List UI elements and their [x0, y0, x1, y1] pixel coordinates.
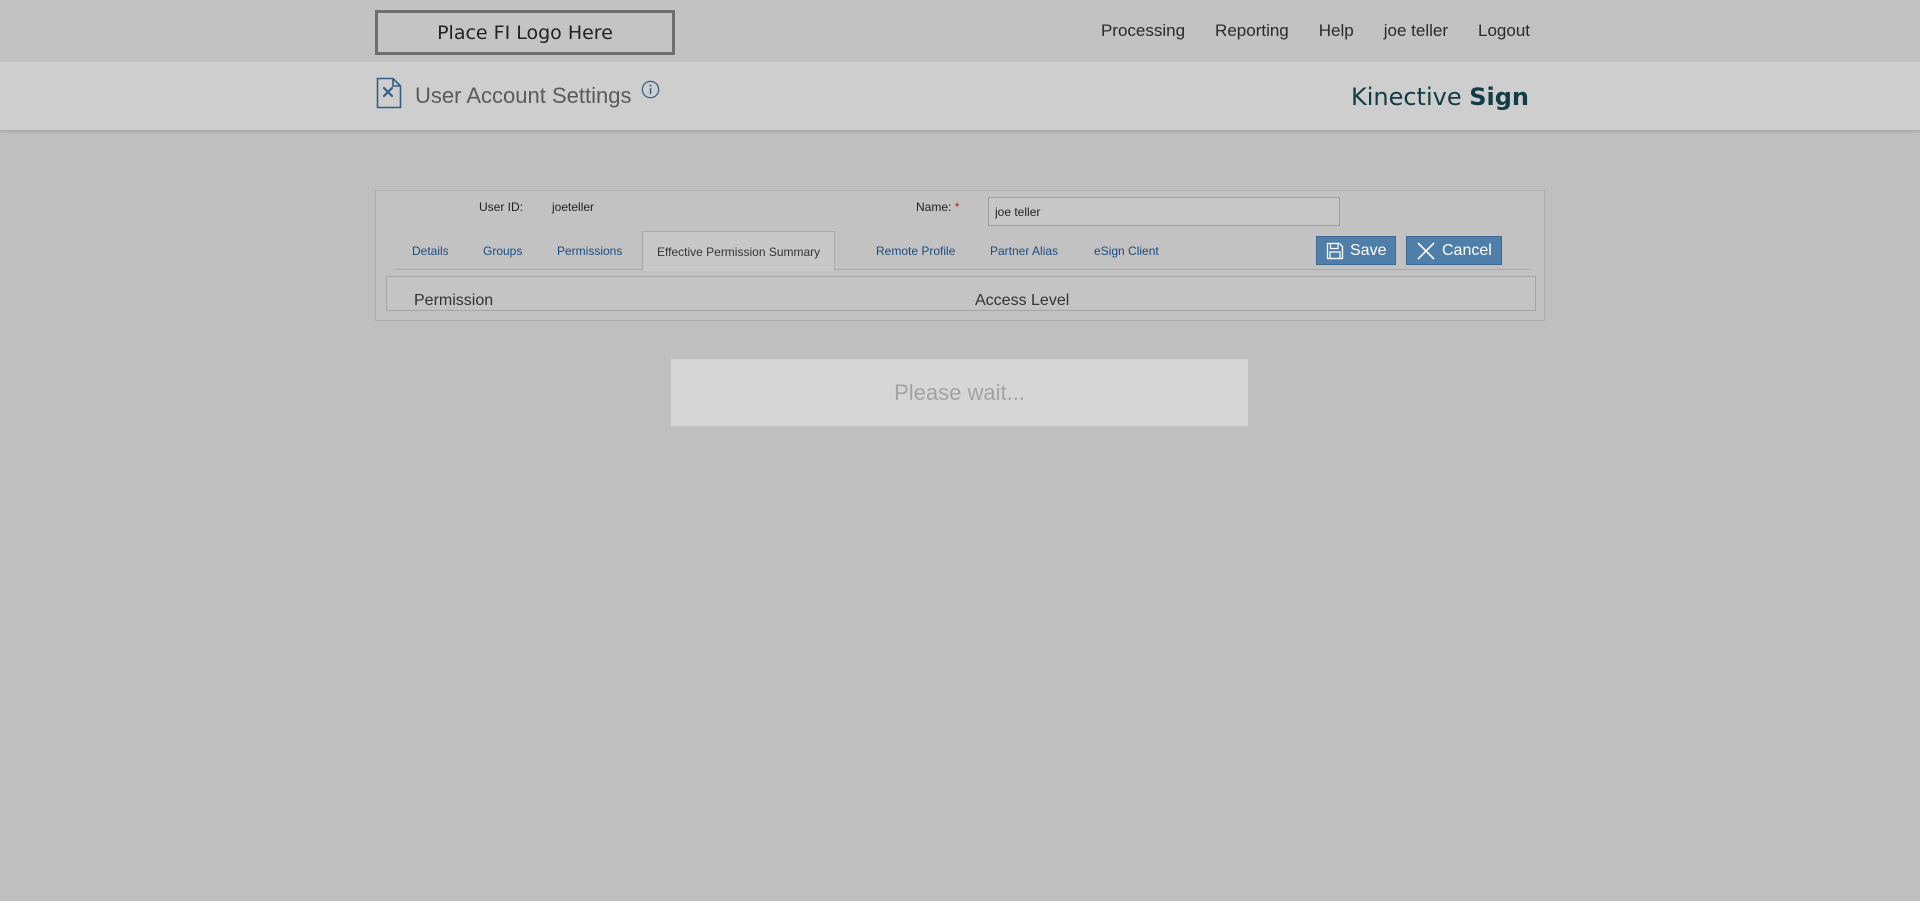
- fi-logo-placeholder[interactable]: Place FI Logo Here: [375, 10, 675, 55]
- save-label: Save: [1350, 241, 1387, 259]
- top-nav: Processing Reporting Help joe teller Log…: [1101, 21, 1530, 41]
- tab-remote-profile[interactable]: Remote Profile: [876, 231, 955, 270]
- nav-help[interactable]: Help: [1319, 21, 1354, 41]
- permission-table-header: Permission Access Level: [386, 276, 1536, 311]
- column-header-access-level[interactable]: Access Level: [975, 292, 1069, 310]
- tab-esign-client[interactable]: eSign Client: [1094, 231, 1159, 270]
- cancel-label: Cancel: [1442, 241, 1492, 259]
- tab-effective-permission-summary[interactable]: Effective Permission Summary: [642, 231, 836, 271]
- column-header-permission[interactable]: Permission: [414, 292, 493, 310]
- tab-permissions[interactable]: Permissions: [557, 231, 622, 270]
- logo-text: Place FI Logo Here: [437, 21, 613, 44]
- loading-text: Please wait...: [894, 379, 1025, 405]
- tab-details[interactable]: Details: [412, 231, 449, 270]
- save-button[interactable]: Save: [1316, 236, 1397, 265]
- nav-processing[interactable]: Processing: [1101, 21, 1185, 41]
- page-title: User Account Settings: [415, 83, 632, 108]
- close-icon: [1417, 241, 1435, 260]
- user-id-label: User ID:: [479, 200, 524, 214]
- name-label-text: Name:: [916, 200, 952, 214]
- brand-wordmark: Kinective Sign: [1351, 83, 1529, 111]
- nav-user-menu[interactable]: joe teller: [1384, 21, 1448, 41]
- name-field[interactable]: [988, 197, 1340, 226]
- tab-partner-alias[interactable]: Partner Alias: [990, 231, 1058, 270]
- document-icon: [376, 77, 402, 109]
- title-band: [0, 62, 1920, 130]
- brand-bold: Sign: [1469, 83, 1529, 111]
- brand-light: Kinective: [1350, 83, 1462, 111]
- nav-reporting[interactable]: Reporting: [1215, 21, 1289, 41]
- cancel-button[interactable]: Cancel: [1406, 236, 1502, 265]
- top-bar: Place FI Logo Here Processing Reporting …: [0, 0, 1920, 62]
- tab-groups[interactable]: Groups: [483, 231, 522, 270]
- floppy-disk-icon: [1326, 242, 1344, 259]
- required-marker: *: [954, 200, 960, 214]
- user-id-value: joeteller: [552, 200, 595, 214]
- info-icon[interactable]: [641, 80, 660, 99]
- user-settings-panel: User ID: joeteller Name: * Details Group…: [375, 190, 1545, 321]
- nav-logout[interactable]: Logout: [1478, 21, 1530, 41]
- loading-message: Please wait...: [671, 359, 1248, 426]
- name-label: Name: *: [916, 200, 959, 214]
